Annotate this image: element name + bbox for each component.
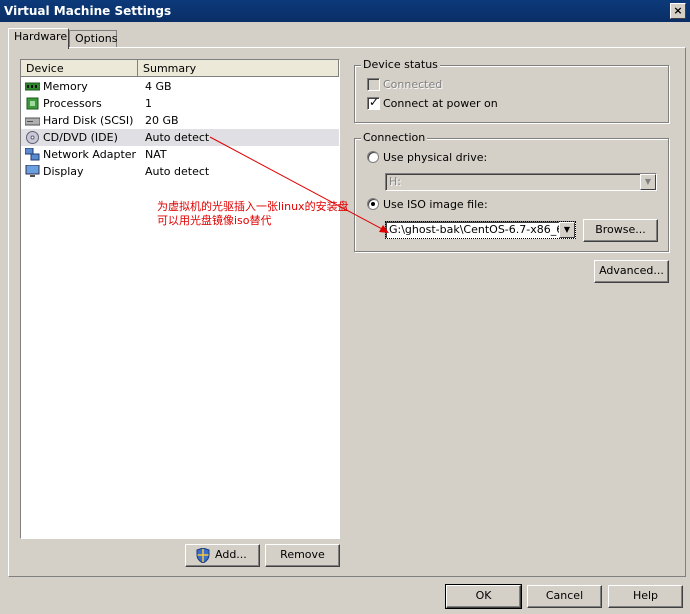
iso-image-radio[interactable] bbox=[367, 198, 379, 210]
connected-checkbox[interactable] bbox=[367, 78, 380, 91]
annotation-line-2: 可以用光盘镜像iso替代 bbox=[157, 214, 272, 227]
column-device[interactable]: Device bbox=[21, 60, 138, 77]
chevron-down-icon[interactable]: ▼ bbox=[559, 222, 575, 238]
device-summary: 1 bbox=[145, 97, 152, 110]
add-button-label: Add... bbox=[215, 548, 247, 561]
device-list[interactable]: Device Summary Memory 4 GB Processors 1 … bbox=[20, 59, 340, 539]
device-row-hard-disk[interactable]: Hard Disk (SCSI) 20 GB bbox=[21, 112, 339, 129]
help-button[interactable]: Help bbox=[608, 585, 683, 608]
device-row-network-adapter[interactable]: Network Adapter NAT bbox=[21, 146, 339, 163]
device-summary: Auto detect bbox=[145, 165, 210, 178]
device-row-processors[interactable]: Processors 1 bbox=[21, 95, 339, 112]
device-row-display[interactable]: Display Auto detect bbox=[21, 163, 339, 180]
browse-button[interactable]: Browse... bbox=[583, 219, 658, 242]
device-row-cd-dvd[interactable]: CD/DVD (IDE) Auto detect bbox=[21, 129, 339, 146]
checkmark-icon: ✓ bbox=[369, 95, 380, 109]
add-device-button[interactable]: Add... bbox=[185, 544, 260, 567]
connect-at-power-on-checkbox[interactable]: ✓ bbox=[367, 95, 380, 110]
cancel-button[interactable]: Cancel bbox=[527, 585, 602, 608]
device-row-memory[interactable]: Memory 4 GB bbox=[21, 78, 339, 95]
physical-drive-radio[interactable] bbox=[367, 151, 379, 163]
device-status-title: Device status bbox=[361, 58, 440, 71]
device-summary: 20 GB bbox=[145, 114, 179, 127]
device-list-header: Device Summary bbox=[21, 60, 339, 77]
device-name: Hard Disk (SCSI) bbox=[43, 114, 134, 127]
display-icon bbox=[25, 165, 40, 177]
physical-drive-label: Use physical drive: bbox=[383, 151, 488, 164]
window-title: Virtual Machine Settings bbox=[4, 4, 172, 18]
iso-image-label: Use ISO image file: bbox=[383, 198, 488, 211]
column-summary[interactable]: Summary bbox=[138, 60, 339, 77]
device-summary: 4 GB bbox=[145, 80, 172, 93]
close-icon[interactable]: × bbox=[670, 3, 686, 19]
processor-icon bbox=[26, 97, 39, 110]
chevron-down-icon[interactable]: ▼ bbox=[640, 174, 656, 190]
device-summary: Auto detect bbox=[145, 131, 210, 144]
iso-image-path-field[interactable]: G:\ghost-bak\CentOS-6.7-x86_64-bin ▼ bbox=[385, 221, 576, 239]
radio-dot-icon bbox=[371, 202, 375, 206]
memory-icon bbox=[25, 82, 40, 91]
device-summary: NAT bbox=[145, 148, 167, 161]
annotation-line-1: 为虚拟机的光驱插入一张linux的安装盘 bbox=[157, 200, 349, 213]
ok-button[interactable]: OK bbox=[445, 584, 522, 609]
network-adapter-icon bbox=[25, 148, 40, 161]
hard-disk-icon bbox=[25, 117, 40, 126]
shield-icon bbox=[196, 548, 210, 563]
connected-label: Connected bbox=[383, 78, 443, 91]
device-name: Memory bbox=[43, 80, 88, 93]
tab-options[interactable]: Options bbox=[69, 30, 117, 48]
cd-dvd-icon bbox=[26, 131, 39, 144]
device-name: CD/DVD (IDE) bbox=[43, 131, 118, 144]
annotation-note: 为虚拟机的光驱插入一张linux的安装盘 可以用光盘镜像iso替代 bbox=[157, 200, 349, 228]
physical-drive-select[interactable]: H: ▼ bbox=[385, 173, 657, 191]
tab-hardware[interactable]: Hardware bbox=[8, 28, 69, 49]
physical-drive-value: H: bbox=[389, 175, 401, 188]
device-name: Processors bbox=[43, 97, 102, 110]
device-name: Display bbox=[43, 165, 84, 178]
device-status-group: Device status bbox=[354, 58, 669, 123]
title-bar: Virtual Machine Settings × bbox=[0, 0, 690, 22]
connection-title: Connection bbox=[361, 131, 428, 144]
remove-device-button[interactable]: Remove bbox=[265, 544, 340, 567]
advanced-button[interactable]: Advanced... bbox=[594, 260, 669, 283]
iso-image-path-value: G:\ghost-bak\CentOS-6.7-x86_64-bin bbox=[389, 223, 559, 236]
connect-at-power-on-label: Connect at power on bbox=[383, 97, 498, 110]
device-name: Network Adapter bbox=[43, 148, 137, 161]
